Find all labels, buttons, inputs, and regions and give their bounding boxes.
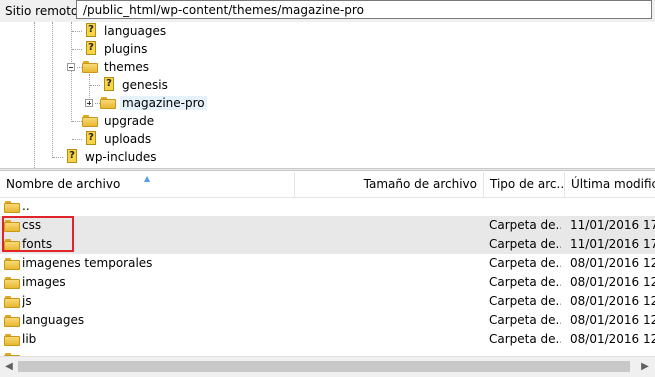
file-modified: 08/01/2016 12:...	[570, 313, 655, 327]
unknown-folder-icon: ?	[63, 149, 79, 165]
file-type: Carpeta de...	[489, 294, 561, 308]
folder-icon	[82, 114, 98, 128]
tree-item-wp-includes[interactable]: ? wp-includes	[63, 148, 159, 166]
tree-item-plugins[interactable]: ? plugins	[82, 40, 149, 58]
tree-item-upgrade[interactable]: upgrade	[82, 112, 156, 130]
unknown-folder-icon: ?	[82, 23, 98, 39]
remote-site-bar: Sitio remoto: /public_html/wp-content/th…	[0, 0, 655, 22]
file-modified: 08/01/2016 12:...	[570, 294, 655, 308]
pane-splitter[interactable]	[0, 168, 655, 171]
file-type: Carpeta de...	[489, 218, 561, 232]
file-name: images	[22, 275, 66, 289]
tree-item-label: upgrade	[104, 114, 155, 128]
remote-path-input[interactable]: /public_html/wp-content/themes/magazine-…	[76, 0, 652, 19]
tree-item-themes[interactable]: themes	[82, 58, 151, 76]
themes-collapse-toggle[interactable]	[67, 63, 75, 71]
file-type: Carpeta de...	[489, 237, 561, 251]
list-item[interactable]: css Carpeta de... 11/01/2016 17:...	[0, 216, 655, 235]
tree-item-languages[interactable]: ? languages	[82, 22, 168, 40]
file-name: ..	[22, 199, 30, 213]
file-modified: 08/01/2016 12:...	[570, 275, 655, 289]
tree-item-label: plugins	[104, 42, 148, 56]
folder-open-icon	[82, 60, 98, 74]
list-item[interactable]: js Carpeta de... 08/01/2016 12:...	[0, 292, 655, 311]
folder-icon	[4, 333, 20, 347]
unknown-folder-icon: ?	[82, 41, 98, 57]
horizontal-scrollbar[interactable]: ◀ ▶	[0, 356, 655, 377]
file-type: Carpeta de...	[489, 256, 561, 270]
file-type: Carpeta de...	[489, 332, 561, 346]
tree-item-label: themes	[104, 60, 150, 74]
scrollbar-thumb[interactable]	[18, 361, 630, 372]
list-item[interactable]: languages Carpeta de... 08/01/2016 12:..…	[0, 311, 655, 330]
column-header-modified[interactable]: Última modific...	[565, 172, 655, 197]
file-list-header: Nombre de archivo Tamaño de archivo Tipo…	[0, 172, 655, 198]
file-modified: 11/01/2016 17:...	[570, 218, 655, 232]
list-item[interactable]: lib Carpeta de... 08/01/2016 12:...	[0, 330, 655, 349]
file-name: js	[22, 294, 32, 308]
file-modified: 11/01/2016 17:...	[570, 237, 655, 251]
tree-item-label: uploads	[104, 132, 152, 146]
tree-item-uploads[interactable]: ? uploads	[82, 130, 153, 148]
folder-icon	[4, 257, 20, 271]
file-modified: 08/01/2016 12:...	[570, 256, 655, 270]
highlight-annotation-box	[2, 216, 74, 252]
tree-item-magazine-pro[interactable]: magazine-pro	[100, 94, 207, 112]
file-name: imagenes temporales	[22, 256, 153, 270]
file-type: Carpeta de...	[489, 313, 561, 327]
tree-item-label: genesis	[122, 78, 168, 92]
list-item-partial[interactable]	[0, 349, 655, 356]
sort-ascending-icon: ▲	[144, 174, 151, 183]
file-modified: 08/01/2016 12:...	[570, 332, 655, 346]
file-name: languages	[22, 313, 85, 327]
remote-directory-tree[interactable]: ? languages ? plugins themes ? genesis m…	[0, 22, 655, 168]
list-item[interactable]: images Carpeta de... 08/01/2016 12:...	[0, 273, 655, 292]
magazine-pro-expand-toggle[interactable]	[85, 99, 93, 107]
folder-icon	[4, 314, 20, 328]
folder-icon	[4, 295, 20, 309]
column-header-type[interactable]: Tipo de arc...	[484, 172, 564, 197]
scroll-right-icon[interactable]: ▶	[638, 360, 652, 374]
remote-site-label: Sitio remoto:	[5, 4, 83, 18]
folder-icon	[4, 200, 20, 214]
file-type: Carpeta de...	[489, 275, 561, 289]
scroll-left-icon[interactable]: ◀	[2, 360, 16, 374]
folder-icon	[4, 276, 20, 290]
list-item[interactable]: imagenes temporales Carpeta de... 08/01/…	[0, 254, 655, 273]
list-item[interactable]: fonts Carpeta de... 11/01/2016 17:...	[0, 235, 655, 254]
file-name: lib	[22, 332, 37, 346]
column-header-size[interactable]: Tamaño de archivo	[295, 172, 483, 197]
tree-item-label: languages	[104, 24, 167, 38]
tree-item-label: magazine-pro	[120, 96, 207, 110]
unknown-folder-icon: ?	[100, 77, 116, 93]
folder-icon	[100, 96, 116, 110]
list-item[interactable]: ..	[0, 197, 655, 216]
unknown-folder-icon: ?	[82, 131, 98, 147]
tree-item-label: wp-includes	[85, 150, 157, 164]
tree-item-genesis[interactable]: ? genesis	[100, 76, 170, 94]
